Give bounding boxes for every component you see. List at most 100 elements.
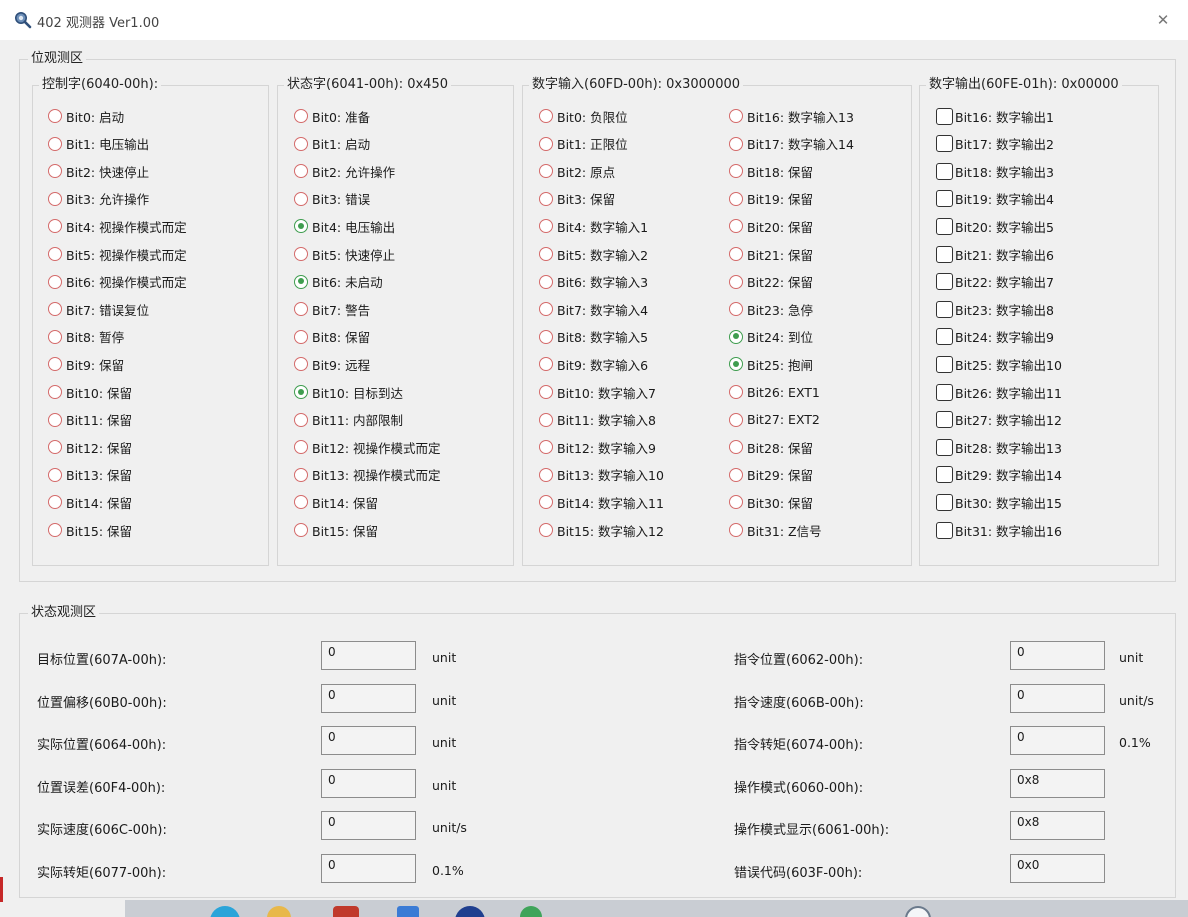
- value-field[interactable]: 0: [321, 641, 416, 670]
- output-bit-checkbox[interactable]: Bit16: 数字输出1: [936, 106, 1054, 126]
- close-button[interactable]: ✕: [1150, 8, 1176, 32]
- radio-off-icon: [729, 247, 743, 261]
- bit-indicator: Bit7: 错误复位: [48, 299, 149, 319]
- bit-indicator: Bit1: 电压输出: [48, 134, 149, 154]
- app-icon-7[interactable]: [905, 906, 931, 917]
- value-field[interactable]: 0: [1010, 726, 1105, 756]
- output-bit-checkbox[interactable]: Bit19: 数字输出4: [936, 189, 1054, 209]
- bit-label: Bit4: 视操作模式而定: [66, 219, 187, 235]
- bit-label: Bit12: 数字输入9: [557, 440, 656, 456]
- checkbox-icon[interactable]: [936, 300, 953, 318]
- checkbox-icon[interactable]: [936, 162, 953, 180]
- bit-indicator: Bit5: 数字输入2: [539, 244, 648, 264]
- output-bit-checkbox[interactable]: Bit20: 数字输出5: [936, 216, 1054, 236]
- bit-label: Bit31: Z信号: [747, 523, 822, 539]
- checkbox-icon[interactable]: [936, 355, 953, 373]
- checkbox-icon[interactable]: [936, 328, 953, 346]
- bit-indicator: Bit9: 数字输入6: [539, 354, 648, 374]
- radio-off-icon: [729, 302, 743, 317]
- bit-label: Bit28: 数字输出13: [955, 440, 1062, 456]
- output-bit-checkbox[interactable]: Bit24: 数字输出9: [936, 327, 1054, 347]
- checkbox-icon[interactable]: [936, 135, 953, 153]
- output-bit-checkbox[interactable]: Bit26: 数字输出11: [936, 382, 1062, 402]
- value-field[interactable]: 0: [321, 811, 416, 841]
- bit-label: Bit7: 数字输入4: [557, 302, 649, 318]
- bit-label: Bit2: 原点: [557, 164, 616, 180]
- radio-off-icon: [539, 385, 553, 399]
- value-field[interactable]: 0: [1010, 641, 1105, 670]
- app-icon-1[interactable]: [210, 906, 240, 917]
- app-icon-2[interactable]: [267, 906, 291, 917]
- output-bit-checkbox[interactable]: Bit27: 数字输出12: [936, 410, 1062, 430]
- bit-label: Bit4: 数字输入1: [557, 219, 649, 235]
- value-field[interactable]: 0: [321, 854, 416, 883]
- checkbox-icon[interactable]: [936, 190, 953, 208]
- output-bit-checkbox[interactable]: Bit29: 数字输出14: [936, 465, 1062, 485]
- checkbox-icon[interactable]: [936, 521, 953, 539]
- radio-off-icon: [48, 385, 62, 399]
- radio-off-icon: [539, 302, 553, 317]
- output-bit-checkbox[interactable]: Bit17: 数字输出2: [936, 134, 1054, 154]
- bit-label: Bit10: 目标到达: [312, 385, 404, 401]
- bit-label: Bit29: 保留: [747, 468, 814, 484]
- bit-indicator: Bit31: Z信号: [729, 520, 822, 540]
- value-field[interactable]: 0: [321, 683, 416, 713]
- radio-off-icon: [48, 247, 62, 261]
- checkbox-icon[interactable]: [936, 107, 953, 125]
- bit-indicator: Bit2: 原点: [539, 161, 615, 181]
- bit-label: Bit23: 急停: [747, 302, 814, 318]
- bit-indicator: Bit5: 快速停止: [294, 244, 395, 264]
- checkbox-icon[interactable]: [936, 245, 953, 263]
- radio-off-icon: [539, 329, 553, 344]
- bit-indicator: Bit10: 目标到达: [294, 382, 403, 402]
- radio-off-icon: [539, 109, 553, 123]
- radio-off-icon: [539, 274, 553, 289]
- app-icon-4[interactable]: [397, 906, 419, 917]
- output-bit-checkbox[interactable]: Bit21: 数字输出6: [936, 244, 1054, 264]
- bit-label: Bit3: 允许操作: [66, 192, 150, 208]
- bit-indicator: Bit12: 视操作模式而定: [294, 437, 441, 457]
- output-bit-checkbox[interactable]: Bit30: 数字输出15: [936, 492, 1062, 512]
- bit-label: Bit15: 保留: [66, 523, 133, 539]
- radio-off-icon: [729, 164, 743, 179]
- output-bit-checkbox[interactable]: Bit25: 数字输出10: [936, 354, 1062, 374]
- field-label: 实际转矩(6077-00h):: [37, 866, 167, 881]
- bit-indicator: Bit4: 视操作模式而定: [48, 216, 187, 236]
- value-field[interactable]: 0x0: [1010, 854, 1105, 883]
- output-bit-checkbox[interactable]: Bit18: 数字输出3: [936, 161, 1054, 181]
- output-bit-checkbox[interactable]: Bit31: 数字输出16: [936, 520, 1062, 540]
- bit-indicator: Bit17: 数字输入14: [729, 134, 854, 154]
- output-bit-checkbox[interactable]: Bit22: 数字输出7: [936, 272, 1054, 292]
- value-field[interactable]: 0: [1010, 683, 1105, 713]
- bit-label: Bit31: 数字输出16: [955, 523, 1062, 539]
- radio-off-icon: [729, 219, 743, 234]
- value-field[interactable]: 0x8: [1010, 811, 1105, 841]
- app-icon-6[interactable]: [520, 906, 542, 917]
- checkbox-icon[interactable]: [936, 438, 953, 456]
- field-label: 指令转矩(6074-00h):: [734, 738, 864, 754]
- bit-indicator: Bit6: 未启动: [294, 272, 383, 292]
- radio-off-icon: [539, 219, 553, 234]
- value-field[interactable]: 0: [321, 726, 416, 756]
- output-bit-checkbox[interactable]: Bit23: 数字输出8: [936, 299, 1054, 319]
- checkbox-icon[interactable]: [936, 466, 953, 484]
- field-label: 指令速度(606B-00h):: [734, 695, 864, 711]
- checkbox-icon[interactable]: [936, 273, 953, 291]
- bit-indicator: Bit18: 保留: [729, 161, 813, 181]
- bit-label: Bit12: 视操作模式而定: [312, 440, 441, 456]
- bit-label: Bit2: 快速停止: [66, 164, 150, 180]
- checkbox-icon[interactable]: [936, 493, 953, 511]
- checkbox-icon[interactable]: [936, 411, 953, 429]
- output-bit-checkbox[interactable]: Bit28: 数字输出13: [936, 437, 1062, 457]
- checkbox-icon[interactable]: [936, 383, 953, 401]
- bit-label: Bit25: 数字输出10: [955, 357, 1062, 373]
- bit-label: Bit24: 数字输出9: [955, 330, 1054, 346]
- field-label: 指令位置(6062-00h):: [734, 653, 864, 668]
- value-field[interactable]: 0: [321, 768, 416, 798]
- radio-off-icon: [729, 412, 743, 427]
- app-icon-3[interactable]: [333, 906, 359, 917]
- bit-label: Bit3: 错误: [312, 192, 371, 208]
- checkbox-icon[interactable]: [936, 217, 953, 235]
- value-field[interactable]: 0x8: [1010, 768, 1105, 798]
- app-icon-5[interactable]: [455, 906, 485, 917]
